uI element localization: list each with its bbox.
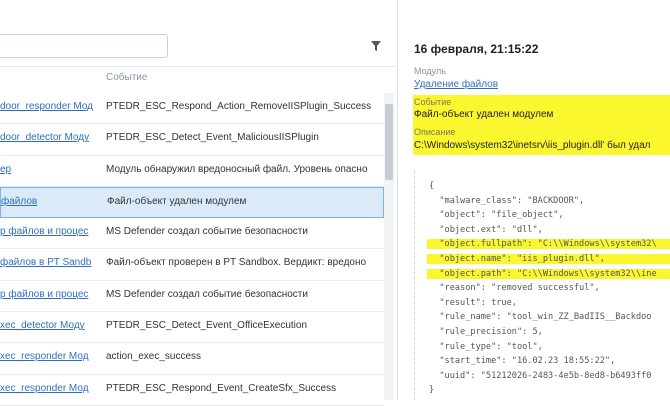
row-module-link[interactable]: ер	[0, 164, 96, 175]
module-label: Модуль	[414, 66, 446, 76]
row-event-text: PTEDR_ESC_Respond_Event_CreateSfx_Succes…	[106, 382, 337, 394]
scrollbar-thumb[interactable]	[385, 104, 393, 180]
row-module-link[interactable]: р файлов и процес	[0, 226, 96, 237]
json-line: "object.fullpath": "C:\\Windows\\system3…	[427, 239, 670, 250]
details-panel: 16 февраля, 21:15:22 Модуль Удаление фай…	[397, 0, 670, 400]
json-line: "result": true,	[429, 297, 517, 308]
row-module-link[interactable]: xec_responder Мод	[0, 383, 96, 394]
json-line: "malware_class": "BACKDOOR",	[429, 195, 585, 206]
module-link[interactable]: Удаление файлов	[414, 79, 498, 90]
row-event-text: Файл-объект удален модулем	[107, 195, 247, 207]
json-line: "object.name": "iis_plugin.dll",	[427, 254, 670, 264]
raw-json-view: { "malware_class": "BACKDOOR", "object":…	[414, 171, 670, 400]
search-input[interactable]	[0, 34, 168, 58]
row-module-link[interactable]: файлов	[1, 196, 97, 207]
table-row[interactable]: door_responder Мод PTEDR_ESC_Respond_Acti…	[0, 93, 384, 125]
row-event-text: Модуль обнаружил вредоносный файл. Урове…	[106, 163, 368, 175]
json-line: "object.path": "C:\\Windows\\system32\\i…	[427, 268, 670, 279]
row-event-text: PTEDR_ESC_Respond_Action_RemoveIISPlugin…	[106, 101, 372, 112]
table-row[interactable]: xec_responder Мод PTEDR_ESC_Respond_Event…	[0, 375, 384, 406]
filter-icon[interactable]	[370, 40, 382, 52]
table-row[interactable]: ер Модуль обнаружил вредоносный файл. Уро…	[0, 156, 384, 187]
column-event[interactable]: Событие	[106, 72, 147, 83]
json-line: "object.ext": "dll",	[429, 224, 543, 235]
table-row[interactable]: door_detector Моду PTEDR_ESC_Detect_Event…	[0, 124, 384, 156]
row-module-link[interactable]: xec_responder Мод	[0, 351, 96, 362]
row-event-text: MS Defender создал событие безопасности	[106, 226, 308, 238]
description-value: C:\Windows\system32\inetsrv\iis_plugin.d…	[414, 140, 651, 151]
row-module-link[interactable]: door_responder Мод	[0, 101, 96, 112]
row-module-link[interactable]: door_detector Моду	[0, 132, 96, 143]
divider	[0, 66, 396, 67]
events-panel: Событие door_responder Мод PTEDR_ESC_Resp…	[0, 0, 396, 406]
table-header: Событие	[0, 72, 384, 88]
table-row[interactable]: р файлов и процес MS Defender создал собы…	[0, 281, 384, 313]
json-line: }	[429, 385, 435, 396]
row-module-link[interactable]: xec_detector Моду	[0, 320, 96, 331]
event-datetime: 16 февраля, 21:15:22	[414, 42, 539, 56]
row-event-text: PTEDR_ESC_Detect_Event_OfficeExecution	[106, 320, 308, 332]
event-label: Событие	[414, 97, 452, 107]
row-event-text: PTEDR_ESC_Detect_Event_MaliciousIISPlugi…	[106, 132, 319, 144]
json-line: "start_time": "16.02.23 18:55:22",	[429, 356, 616, 367]
event-value: Файл-объект удален модулем	[414, 109, 554, 120]
json-line: {	[429, 181, 435, 191]
json-line: "object": "file_object",	[429, 210, 564, 221]
row-module-link[interactable]: файлов в PT Sandb	[0, 257, 96, 268]
json-line: "rule_name": "tool_win_ZZ_BadIIS__Backdo…	[429, 312, 652, 323]
table-row[interactable]: файлов Файл-объект удален модулем	[0, 186, 384, 219]
json-line: "reason": "removed successful",	[429, 283, 600, 294]
table-row[interactable]: р файлов и процес MS Defender создал собы…	[0, 218, 384, 250]
events-list: door_responder Мод PTEDR_ESC_Respond_Acti…	[0, 93, 384, 406]
description-label: Описание	[414, 127, 456, 137]
row-event-text: Файл-объект проверен в PT Sandbox. Верди…	[106, 257, 367, 269]
json-line: "rule_type": "tool",	[429, 341, 543, 352]
json-line: "uuid": "51212026-2483-4e5b-8ed8-b6493ff…	[429, 370, 652, 381]
json-line: "rule_precision": 5,	[429, 327, 543, 337]
table-row[interactable]: xec_detector Моду PTEDR_ESC_Detect_Event_…	[0, 312, 384, 344]
table-row[interactable]: файлов в PT Sandb Файл-объект проверен в …	[0, 249, 384, 281]
row-event-text: action_exec_success	[106, 351, 202, 363]
row-module-link[interactable]: р файлов и процес	[0, 289, 96, 300]
table-row[interactable]: xec_responder Мод action_exec_success	[0, 343, 384, 375]
row-event-text: MS Defender создал событие безопасности	[106, 288, 308, 300]
